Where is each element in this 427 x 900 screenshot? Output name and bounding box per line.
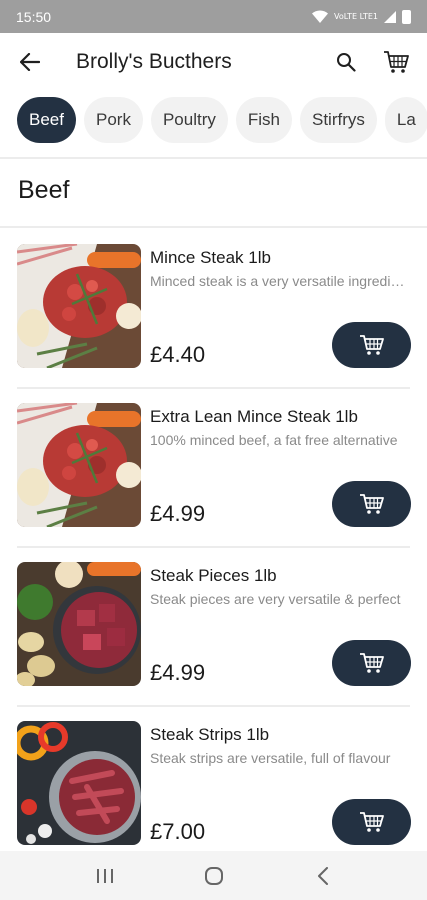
search-icon <box>337 53 356 72</box>
product-list: Mince Steak 1lb Minced steak is a very v… <box>0 230 427 850</box>
chip-pork[interactable]: Pork <box>83 97 143 143</box>
product-description: Steak pieces are very versatile & perfec… <box>150 591 401 607</box>
category-chips: Beef Pork Poultry Fish Stirfrys La <box>0 97 427 153</box>
add-to-cart-button[interactable] <box>332 322 411 368</box>
product-card[interactable]: Steak Strips 1lb Steak strips are versat… <box>0 707 427 850</box>
chip-fish[interactable]: Fish <box>235 97 292 143</box>
cart-icon <box>359 653 384 673</box>
product-card[interactable]: Steak Pieces 1lb Steak pieces are very v… <box>0 548 427 707</box>
product-name: Steak Pieces 1lb <box>150 566 277 585</box>
product-description: Steak strips are versatile, full of flav… <box>150 750 391 766</box>
back-button[interactable] <box>0 33 60 91</box>
wifi-icon <box>312 10 329 23</box>
add-to-cart-button[interactable] <box>332 640 411 686</box>
add-to-cart-button[interactable] <box>332 481 411 527</box>
product-card[interactable]: Mince Steak 1lb Minced steak is a very v… <box>0 230 427 389</box>
product-price: £4.99 <box>150 501 206 526</box>
recents-icon <box>96 868 113 883</box>
cart-icon <box>359 335 384 355</box>
cart-icon <box>384 51 409 73</box>
status-icons: VoLTE LTE1 <box>312 9 411 24</box>
chip-la[interactable]: La <box>384 97 427 143</box>
chevron-left-icon <box>317 866 328 885</box>
product-description: Minced steak is a very versatile ingredi… <box>150 273 408 289</box>
product-card[interactable]: Extra Lean Mince Steak 1lb 100% minced b… <box>0 389 427 548</box>
cart-icon <box>359 812 384 832</box>
recents-button[interactable] <box>80 856 130 896</box>
product-name: Extra Lean Mince Steak 1lb <box>150 407 358 426</box>
chip-stirfrys[interactable]: Stirfrys <box>300 97 377 143</box>
battery-icon <box>402 9 411 24</box>
product-name: Steak Strips 1lb <box>150 725 270 744</box>
home-icon <box>204 866 223 885</box>
product-price: £4.40 <box>150 342 206 367</box>
steak-strips-icon <box>17 721 141 845</box>
steak-pieces-icon <box>17 562 141 686</box>
product-description: 100% minced beef, a fat free alternative <box>150 432 398 448</box>
cart-icon <box>359 494 384 514</box>
chip-beef[interactable]: Beef <box>17 97 76 143</box>
add-to-cart-button[interactable] <box>332 799 411 845</box>
back-arrow-icon <box>20 53 40 71</box>
status-bar: 15:50 VoLTE LTE1 <box>0 0 427 33</box>
product-price: £7.00 <box>150 819 206 844</box>
cart-button[interactable] <box>371 33 421 91</box>
mince-steak-icon <box>17 244 141 368</box>
status-time: 15:50 <box>16 8 52 25</box>
section-divider <box>0 226 427 228</box>
app-bar: Brolly's Bucthers <box>0 33 427 91</box>
search-button[interactable] <box>321 33 371 91</box>
signal-icon <box>384 10 396 23</box>
section-title: Beef <box>18 176 70 204</box>
system-back-button[interactable] <box>298 856 348 896</box>
network-label: VoLTE LTE1 <box>334 11 378 21</box>
chips-divider <box>0 157 427 159</box>
home-button[interactable] <box>189 856 239 896</box>
page-title: Brolly's Bucthers <box>76 50 232 73</box>
chip-poultry[interactable]: Poultry <box>150 97 228 143</box>
mince-steak-icon <box>17 403 141 527</box>
product-name: Mince Steak 1lb <box>150 248 271 267</box>
product-price: £4.99 <box>150 660 206 685</box>
system-nav-bar <box>0 851 427 900</box>
